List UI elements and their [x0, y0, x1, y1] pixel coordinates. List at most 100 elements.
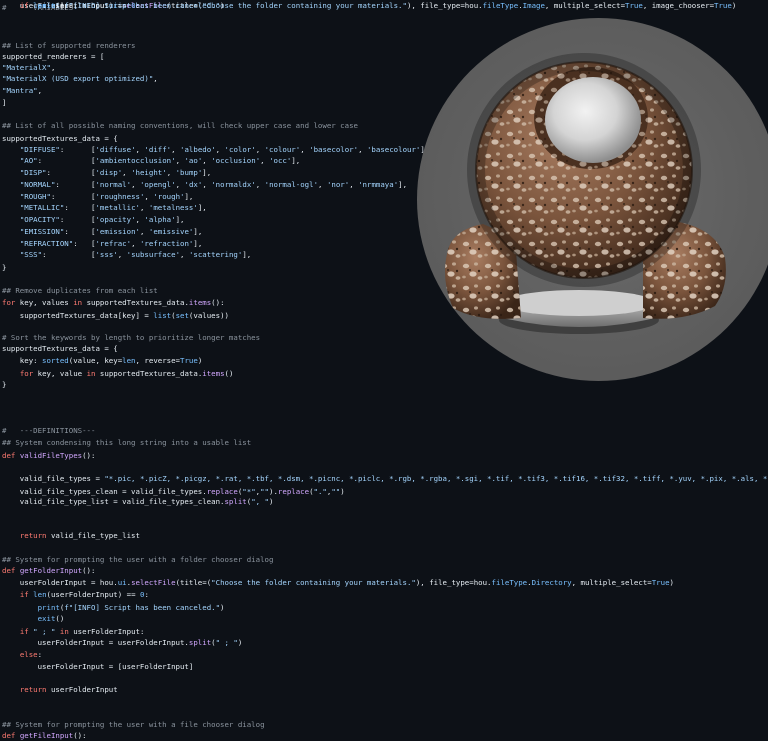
code-token: , multiple_select=	[571, 578, 652, 587]
code-token: 'ambientocclusion'	[95, 156, 176, 165]
code-token: : [	[64, 227, 96, 236]
code-token: 'nor'	[326, 180, 350, 189]
code-line: ## System condensing this long string in…	[2, 437, 251, 449]
code-line: for key, value in supportedTextures_data…	[2, 368, 234, 380]
code-token: ## List of supported renderers	[2, 41, 136, 50]
code-token: "EMISSION"	[19, 227, 65, 236]
code-token: ,	[37, 86, 43, 95]
code-token: ],	[193, 239, 203, 248]
code-line: exit()	[2, 0, 65, 12]
code-token: valid_file_types_clean = valid_file_type…	[2, 487, 207, 496]
code-token: 'opengl'	[139, 180, 176, 189]
code-token: userFolderInput:	[68, 627, 145, 636]
code-token: "Choose the folder containing your mater…	[211, 578, 416, 587]
code-line: else:	[2, 649, 42, 661]
code-line: userFolderInput = userFolderInput.split(…	[2, 637, 243, 649]
code-token: def	[2, 451, 16, 460]
code-token: "METALLIC"	[19, 203, 65, 212]
code-token: ,	[175, 180, 185, 189]
code-token: : [	[37, 156, 96, 165]
code-token: ():	[73, 731, 87, 740]
code-token: ()	[224, 369, 234, 378]
code-token: : [	[46, 168, 96, 177]
code-line: supportedTextures_data[key] = list(set(v…	[2, 310, 229, 322]
code-token: ],	[184, 192, 194, 201]
code-token: ,	[318, 180, 327, 189]
code-token: 'dx'	[184, 180, 203, 189]
code-token: ,	[202, 180, 212, 189]
code-token: 'occlusion'	[211, 156, 261, 165]
code-token: ,	[255, 180, 265, 189]
code-token: ,	[50, 63, 56, 72]
code-token: def	[2, 566, 16, 575]
code-token: supportedTextures_data = {	[2, 134, 118, 143]
code-token: "REFRACTION"	[19, 239, 74, 248]
code-token: userFolderInput = userFolderInput.	[2, 638, 189, 647]
code-token: )	[220, 603, 225, 612]
code-token: for	[19, 369, 34, 378]
code-token: 'normaldx'	[211, 180, 256, 189]
code-token: return	[19, 531, 47, 540]
code-token: supportedTextures_data[key] =	[2, 311, 154, 320]
code-token: )	[269, 497, 274, 506]
code-line: def getFolderInput():	[2, 565, 95, 577]
code-line: }	[2, 379, 6, 391]
code-token: 'alpha'	[144, 215, 176, 224]
code-token: ,	[300, 145, 310, 154]
code-token: 'colour'	[264, 145, 301, 154]
code-token: replace	[277, 487, 310, 496]
code-token: selectFile	[131, 578, 176, 587]
code-token: for	[2, 298, 16, 307]
code-token: ""	[260, 487, 270, 496]
code-token: len	[122, 356, 136, 365]
code-token: : [	[73, 239, 96, 248]
code-token: ():	[82, 451, 96, 460]
code-token: 'sss'	[95, 250, 118, 259]
code-token: Directory	[531, 578, 572, 587]
code-token: 'metallic'	[95, 203, 140, 212]
code-token: " ; "	[33, 627, 56, 636]
code-line: exit()	[2, 613, 65, 625]
code-line: "Mantra",	[2, 85, 42, 97]
code-token: "Mantra"	[2, 86, 38, 95]
code-token: 'metalness'	[148, 203, 198, 212]
code-token: (values))	[188, 311, 229, 320]
code-token: 'emissive'	[148, 227, 194, 236]
code-token: ## Remove duplicates from each list	[2, 286, 158, 295]
code-token: ,	[180, 250, 189, 259]
code-token: items	[188, 298, 212, 307]
code-line: # ---DEFINITIONS---	[2, 425, 95, 437]
code-token: "*"	[242, 487, 256, 496]
code-token: : [	[55, 180, 96, 189]
code-token: 'albedo'	[180, 145, 216, 154]
code-token: " ; "	[215, 638, 238, 647]
code-token: "SSS"	[19, 250, 43, 259]
code-token: 'scattering'	[188, 250, 243, 259]
code-token: ],	[398, 180, 408, 189]
code-token: if	[19, 627, 29, 636]
code-token: "MaterialX (USD export optimized)"	[2, 74, 154, 83]
code-token: 'refrac'	[95, 239, 132, 248]
code-token: (userFolderInput) ==	[46, 590, 140, 599]
code-token: def	[2, 731, 16, 740]
code-token: True	[651, 578, 670, 587]
code-token: True	[714, 1, 732, 10]
code-token: 'basecolour'	[366, 145, 421, 154]
code-token: ],	[291, 156, 301, 165]
material-ball-preview	[417, 18, 768, 381]
code-token: fileType	[482, 1, 519, 10]
code-token: : [	[42, 250, 96, 259]
code-token: # Sort the keywords by length to priorit…	[2, 333, 261, 342]
code-token: ():	[211, 298, 225, 307]
code-token: ,	[117, 250, 127, 259]
